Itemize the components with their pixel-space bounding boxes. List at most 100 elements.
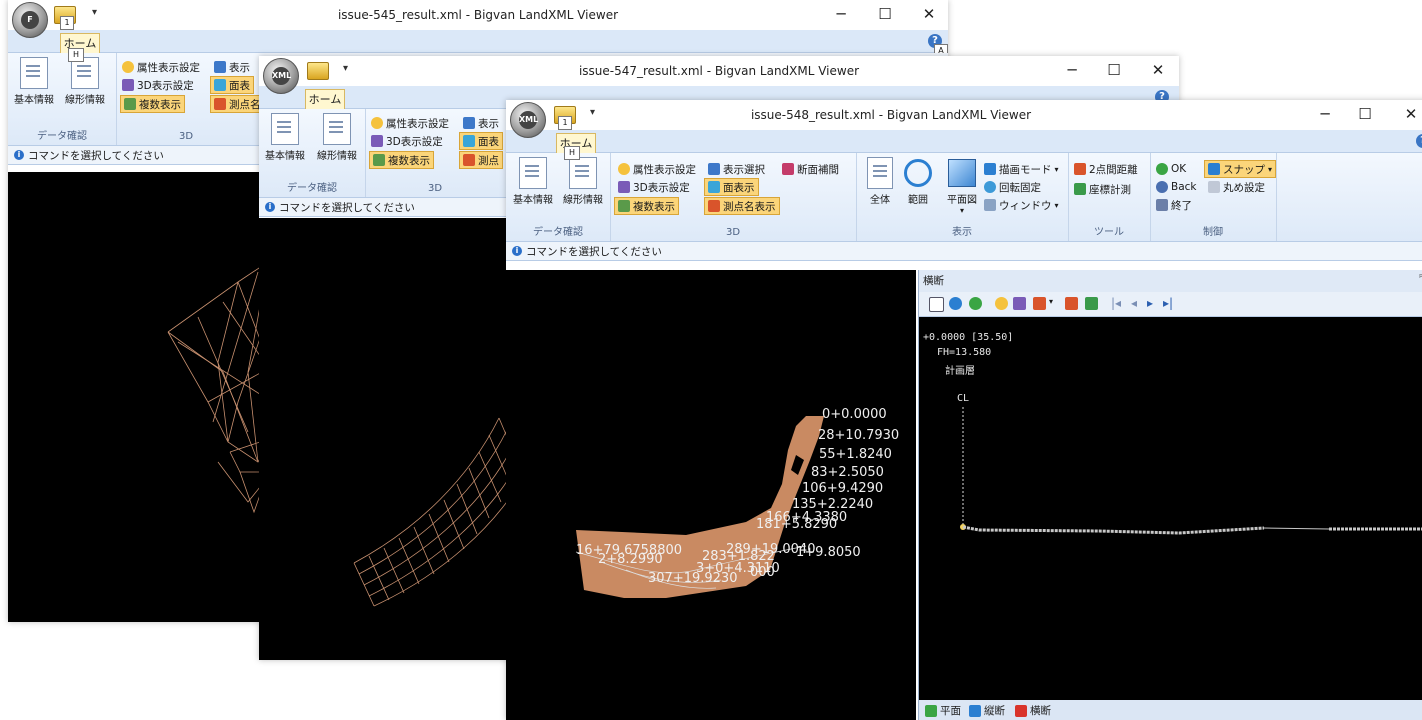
- station-label: 106+9.4290: [802, 481, 883, 496]
- last-icon[interactable]: ▸|: [1163, 296, 1173, 310]
- minimize-button[interactable]: ─: [1057, 61, 1087, 79]
- multi-display-button[interactable]: 複数表示: [120, 95, 185, 113]
- key-tip-h: H: [564, 146, 580, 160]
- document-icon: [20, 57, 48, 89]
- status-text: コマンドを選択してください: [28, 150, 164, 162]
- key-tip-1: 1: [558, 116, 572, 130]
- close-button[interactable]: ✕: [914, 5, 944, 23]
- first-icon[interactable]: |◂: [1111, 296, 1121, 310]
- settings-3d-label: 3D表示設定: [386, 135, 443, 148]
- exit-button[interactable]: 終了: [1156, 197, 1192, 213]
- minimize-button[interactable]: ─: [826, 5, 856, 23]
- coord-measure-button[interactable]: 座標計測: [1074, 181, 1131, 197]
- magnifier-icon[interactable]: [949, 297, 962, 310]
- cross-section-view[interactable]: +0.0000 [35.50] FH=13.580 計画層 CL: [919, 317, 1422, 700]
- basic-info-button[interactable]: 基本情報: [261, 113, 309, 162]
- attr-display-settings-button[interactable]: 属性表示設定: [122, 59, 200, 75]
- bulb-icon[interactable]: [995, 297, 1008, 310]
- attr-display-settings-button[interactable]: 属性表示設定: [618, 161, 696, 177]
- face-display-button[interactable]: 面表: [459, 132, 503, 150]
- multi-display-button[interactable]: 複数表示: [369, 151, 434, 169]
- face-display-button[interactable]: 面表: [210, 76, 254, 94]
- zoom-range-button[interactable]: 範囲: [900, 157, 936, 206]
- title-bar[interactable]: XML 1 ▾ issue-548_result.xml - Bigvan La…: [506, 100, 1422, 138]
- 3d-viewport[interactable]: 0+0.0000 28+10.7930 55+1.8240 83+2.5050 …: [506, 270, 916, 720]
- info-icon: i: [265, 202, 275, 212]
- minimize-button[interactable]: ─: [1310, 105, 1340, 123]
- section-interp-button[interactable]: 断面補間: [782, 161, 839, 177]
- wand-icon[interactable]: [1013, 297, 1026, 310]
- basic-info-button[interactable]: 基本情報: [12, 57, 56, 106]
- application-menu-button[interactable]: XML: [510, 102, 546, 138]
- snap-button[interactable]: スナップ ▾: [1204, 160, 1277, 178]
- back-button[interactable]: Back: [1156, 179, 1197, 195]
- tab-profile[interactable]: 縦断: [969, 703, 1005, 718]
- face-display-label: 面表: [478, 135, 499, 148]
- group-label: データ確認: [287, 183, 337, 194]
- ruler-icon: [1074, 163, 1086, 175]
- prev-icon[interactable]: ◂: [1131, 296, 1137, 310]
- maximize-button[interactable]: ☐: [1350, 105, 1380, 123]
- attr-display-settings-button[interactable]: 属性表示設定: [371, 115, 449, 131]
- ruler-icon[interactable]: [1033, 297, 1046, 310]
- cross-section-panel: 横断 ᵖ ▾ |◂ ◂ ▸ ▸| +0.0000 [35.50] FH=13.5…: [918, 270, 1422, 720]
- window-title: issue-547_result.xml - Bigvan LandXML Vi…: [578, 64, 860, 78]
- tab-plan[interactable]: 平面: [925, 703, 961, 718]
- display-select-button[interactable]: 表示: [463, 115, 499, 131]
- tab-cross[interactable]: 横断: [1015, 703, 1051, 718]
- maximize-button[interactable]: ☐: [870, 5, 900, 23]
- station-label: 83+2.5050: [811, 465, 884, 480]
- next-icon[interactable]: ▸: [1147, 296, 1153, 310]
- two-point-distance-label: 2点間距離: [1089, 163, 1138, 176]
- settings-3d-button[interactable]: 3D表示設定: [122, 77, 194, 93]
- refresh-icon[interactable]: [969, 297, 982, 310]
- display-select-button[interactable]: 表示選択: [708, 161, 765, 177]
- multi-display-button[interactable]: 複数表示: [614, 197, 679, 215]
- bulb-icon: [122, 61, 134, 73]
- group-label: データ確認: [533, 227, 583, 238]
- plan-view-button[interactable]: 平面図 ▾: [942, 157, 982, 215]
- display-select-button[interactable]: 表示: [214, 59, 250, 75]
- maximize-button[interactable]: ☐: [1099, 61, 1129, 79]
- point-name-button[interactable]: 測点名表示: [704, 197, 780, 215]
- document-icon: [271, 113, 299, 145]
- rotation-lock-button[interactable]: 回転固定: [984, 179, 1041, 195]
- chart-icon[interactable]: [1085, 297, 1098, 310]
- key-tip-f: F: [21, 11, 39, 29]
- close-button[interactable]: ✕: [1396, 105, 1422, 123]
- draw-mode-button[interactable]: 描画モード ▾: [984, 161, 1059, 177]
- title-bar[interactable]: XML ▾ issue-547_result.xml - Bigvan Land…: [259, 56, 1179, 94]
- chevron-down-icon[interactable]: ▾: [1049, 297, 1053, 306]
- title-bar[interactable]: F 1 ▾ issue-545_result.xml - Bigvan Land…: [8, 0, 948, 38]
- help-icon[interactable]: ?: [1416, 134, 1422, 148]
- point-name-button[interactable]: 測点名: [210, 95, 265, 113]
- basic-info-button[interactable]: 基本情報: [510, 157, 556, 206]
- point-name-button[interactable]: 測点: [459, 151, 503, 169]
- settings-3d-button[interactable]: 3D表示設定: [618, 179, 690, 195]
- alignment-info-button[interactable]: 線形情報: [62, 57, 108, 106]
- two-point-distance-button[interactable]: 2点間距離: [1074, 161, 1138, 177]
- app-window-548[interactable]: XML 1 ▾ issue-548_result.xml - Bigvan La…: [506, 100, 1422, 720]
- multi-display-label: 複数表示: [388, 154, 430, 167]
- window-button[interactable]: ウィンドウ ▾: [984, 197, 1059, 213]
- alignment-info-button[interactable]: 線形情報: [560, 157, 606, 206]
- ok-button[interactable]: OK: [1156, 161, 1186, 177]
- rounding-settings-label: 丸め設定: [1223, 181, 1265, 194]
- alignment-info-button[interactable]: 線形情報: [313, 113, 361, 162]
- face-display-button[interactable]: 面表示: [704, 178, 759, 196]
- close-button[interactable]: ✕: [1143, 61, 1173, 79]
- fit-icon[interactable]: [929, 297, 944, 312]
- quick-access-dropdown-icon[interactable]: ▾: [590, 107, 595, 118]
- tab-home[interactable]: ホーム: [305, 89, 345, 109]
- fit-all-button[interactable]: 全体: [862, 157, 898, 206]
- application-menu-button[interactable]: F: [12, 2, 48, 38]
- plan-view-dropdown-icon: ▾: [959, 206, 964, 215]
- rounding-settings-button[interactable]: 丸め設定: [1208, 179, 1265, 195]
- settings-3d-button[interactable]: 3D表示設定: [371, 133, 443, 149]
- wand-icon: [618, 181, 630, 193]
- group-label: 3D: [725, 227, 741, 238]
- group-data-check: 基本情報 線形情報 データ確認: [259, 109, 366, 197]
- application-menu-button[interactable]: XML: [263, 58, 299, 94]
- layers-icon[interactable]: [1065, 297, 1078, 310]
- face-display-label: 面表: [229, 79, 250, 92]
